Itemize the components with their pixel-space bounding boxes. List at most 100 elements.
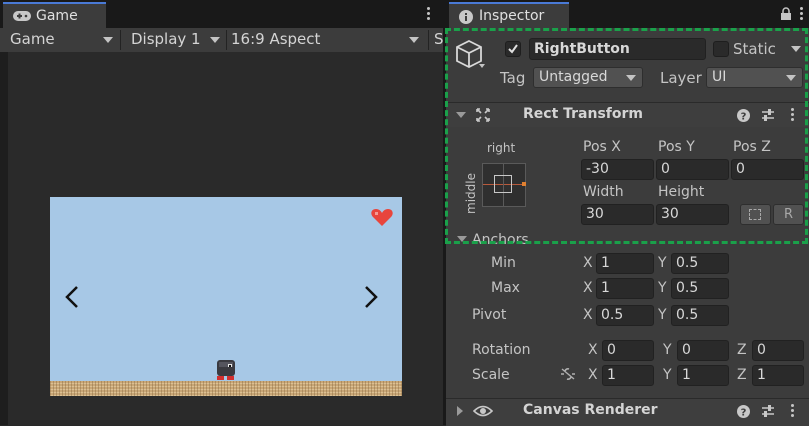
anchor-min-x-field[interactable]: 1 xyxy=(596,253,654,274)
canvas-renderer-title: Canvas Renderer xyxy=(523,402,658,418)
rotation-y-field[interactable]: 0 xyxy=(677,340,729,361)
blueprint-mode-button[interactable] xyxy=(740,204,771,225)
constrain-proportions-icon[interactable] xyxy=(560,367,576,381)
anchor-preset-horizontal-label: right xyxy=(487,141,516,155)
scale-label: Scale xyxy=(472,367,510,383)
pivot-x-field[interactable]: 0.5 xyxy=(596,305,654,326)
display-dropdown[interactable]: Display 1 xyxy=(121,28,225,51)
anchor-preset-vertical-label: middle xyxy=(464,173,478,214)
chevron-down-icon xyxy=(103,37,113,43)
pivot-label: Pivot xyxy=(472,307,507,323)
svg-text:?: ? xyxy=(741,112,747,123)
component-menu-icon[interactable] xyxy=(789,403,795,419)
anchor-min-y-field[interactable]: 0.5 xyxy=(671,253,729,274)
static-label: Static xyxy=(733,40,776,58)
anchor-min-x-label: X xyxy=(583,255,593,271)
game-mode-dropdown[interactable]: Game xyxy=(0,28,118,51)
pos-z-field[interactable]: 0 xyxy=(731,159,804,180)
layer-dropdown[interactable]: UI xyxy=(706,67,803,88)
player-character xyxy=(217,360,235,380)
anchor-max-x-field[interactable]: 1 xyxy=(596,278,654,299)
rotation-x-field[interactable]: 0 xyxy=(602,340,654,361)
preset-settings-icon[interactable] xyxy=(761,404,775,418)
toolbar-overflow-item[interactable]: S xyxy=(430,28,443,51)
layer-label: Layer xyxy=(660,69,702,87)
inspector-tab-label: Inspector xyxy=(479,8,545,24)
gamepad-icon xyxy=(13,11,31,21)
gameobject-cube-icon[interactable] xyxy=(455,39,485,71)
anchors-foldout-icon[interactable] xyxy=(457,236,467,242)
component-menu-icon[interactable] xyxy=(789,107,795,123)
pos-x-field[interactable]: -30 xyxy=(581,159,654,180)
pos-y-label: Pos Y xyxy=(658,139,695,155)
rect-transform-icon xyxy=(476,108,490,122)
info-icon xyxy=(459,10,473,24)
object-name-field[interactable]: RightButton xyxy=(529,38,706,60)
width-label: Width xyxy=(583,184,624,200)
pos-z-label: Pos Z xyxy=(733,139,771,155)
chevron-down-icon xyxy=(210,37,220,43)
anchors-label: Anchors xyxy=(472,232,529,248)
chevron-down-icon xyxy=(626,75,636,81)
rotation-z-field[interactable]: 0 xyxy=(752,340,804,361)
width-field[interactable]: 30 xyxy=(581,204,654,225)
preset-settings-icon[interactable] xyxy=(761,108,775,122)
anchor-preset-button[interactable] xyxy=(482,163,526,207)
anchor-min-y-label: Y xyxy=(658,255,667,271)
heart-icon xyxy=(371,209,393,226)
aspect-label: 16:9 Aspect xyxy=(231,30,321,48)
pos-y-field[interactable]: 0 xyxy=(656,159,729,180)
scale-y-label: Y xyxy=(663,367,672,383)
anchor-max-y-label: Y xyxy=(658,280,667,296)
anchor-max-y-field[interactable]: 0.5 xyxy=(671,278,729,299)
active-checkbox[interactable] xyxy=(505,41,521,57)
scale-z-label: Z xyxy=(737,367,747,383)
static-dropdown-arrow[interactable] xyxy=(788,40,804,58)
aspect-dropdown[interactable]: 16:9 Aspect xyxy=(227,28,427,51)
chevron-down-icon xyxy=(409,37,419,43)
foldout-arrow-icon xyxy=(456,112,466,118)
raw-edit-button[interactable]: R xyxy=(773,204,804,225)
left-arrow-button[interactable] xyxy=(64,285,80,309)
scale-y-field[interactable]: 1 xyxy=(677,365,729,386)
inspector-menu-icon[interactable] xyxy=(798,6,804,22)
game-scene[interactable] xyxy=(50,197,402,396)
eye-icon xyxy=(473,405,493,417)
game-tab[interactable]: Game xyxy=(3,2,106,28)
chevron-down-icon xyxy=(791,46,801,52)
lock-icon[interactable] xyxy=(780,7,792,20)
scale-x-field[interactable]: 1 xyxy=(602,365,654,386)
layer-value: UI xyxy=(712,69,727,85)
game-view-scrollbar[interactable] xyxy=(0,52,8,425)
tag-value: Untagged xyxy=(539,69,608,85)
anchor-min-label: Min xyxy=(491,255,516,271)
foldout-arrow-icon xyxy=(457,406,463,416)
rect-transform-header[interactable]: Rect Transform ? xyxy=(446,102,809,127)
rect-transform-title: Rect Transform xyxy=(523,106,644,122)
rotation-x-label: X xyxy=(588,342,598,358)
help-icon[interactable]: ? xyxy=(737,405,750,418)
chevron-down-icon xyxy=(786,75,796,81)
pos-x-label: Pos X xyxy=(583,139,621,155)
scale-x-label: X xyxy=(588,367,598,383)
anchor-max-x-label: X xyxy=(583,280,593,296)
tag-dropdown[interactable]: Untagged xyxy=(533,67,643,88)
pivot-y-label: Y xyxy=(658,307,667,323)
help-icon[interactable]: ? xyxy=(737,109,750,122)
game-toolbar: Game Display 1 16:9 Aspect S xyxy=(0,28,443,53)
scale-z-field[interactable]: 1 xyxy=(752,365,804,386)
raw-edit-label: R xyxy=(783,207,794,222)
display-label: Display 1 xyxy=(131,30,201,48)
tag-label: Tag xyxy=(500,69,526,87)
checkmark-icon xyxy=(508,44,518,54)
static-checkbox[interactable] xyxy=(713,41,729,57)
pivot-y-field[interactable]: 0.5 xyxy=(671,305,729,326)
height-field[interactable]: 30 xyxy=(656,204,729,225)
canvas-renderer-header[interactable]: Canvas Renderer ? xyxy=(446,398,809,426)
rotation-y-label: Y xyxy=(663,342,672,358)
svg-text:?: ? xyxy=(741,408,747,419)
game-panel-menu-icon[interactable] xyxy=(425,6,431,22)
right-arrow-button[interactable] xyxy=(363,285,379,309)
pivot-x-label: X xyxy=(583,307,593,323)
inspector-tab[interactable]: Inspector xyxy=(449,2,569,28)
